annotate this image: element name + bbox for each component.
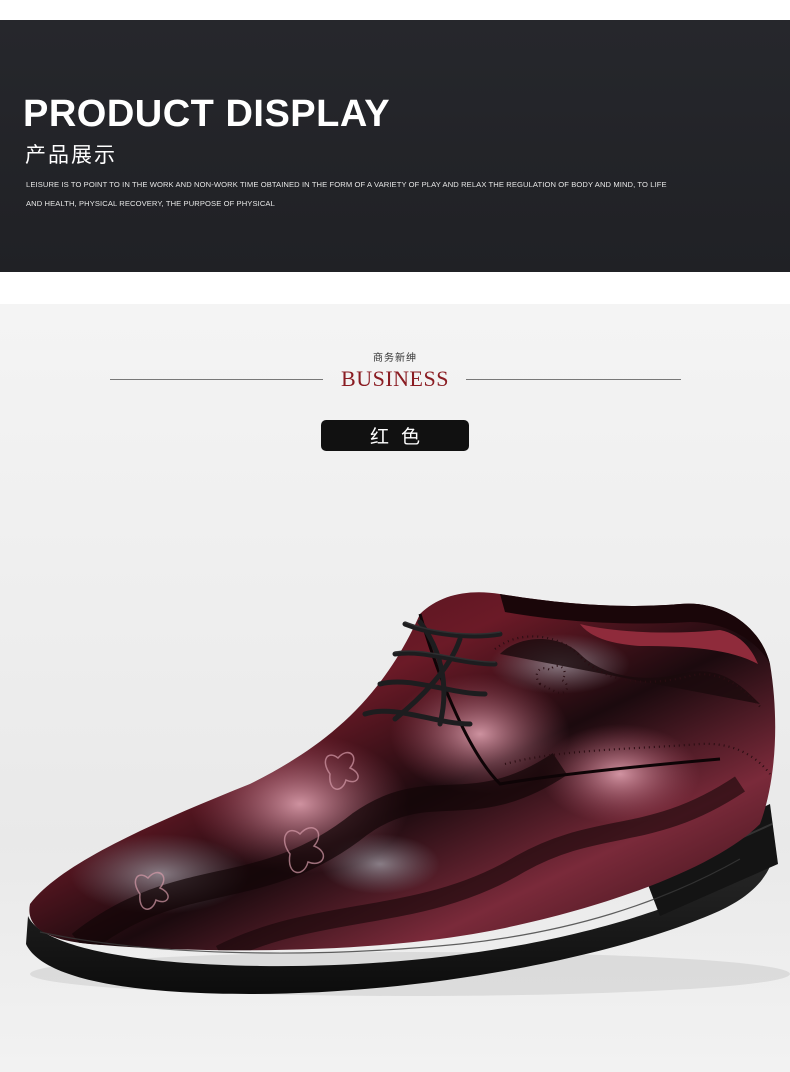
banner-description-line-2: AND HEALTH, PHYSICAL RECOVERY, THE PURPO… [26, 199, 275, 208]
banner-title: PRODUCT DISPLAY [23, 93, 391, 135]
banner-description-line-1: LEISURE IS TO POINT TO IN THE WORK AND N… [26, 180, 667, 189]
banner-subtitle: 产品展示 [25, 143, 117, 167]
product-showcase: 商务新绅 BUSINESS 红色 [0, 304, 790, 1072]
product-shoe-image [26, 592, 790, 996]
banner-description: LEISURE IS TO POINT TO IN THE WORK AND N… [26, 175, 726, 213]
product-display-banner: PRODUCT DISPLAY 产品展示 LEISURE IS TO POINT… [0, 20, 790, 272]
